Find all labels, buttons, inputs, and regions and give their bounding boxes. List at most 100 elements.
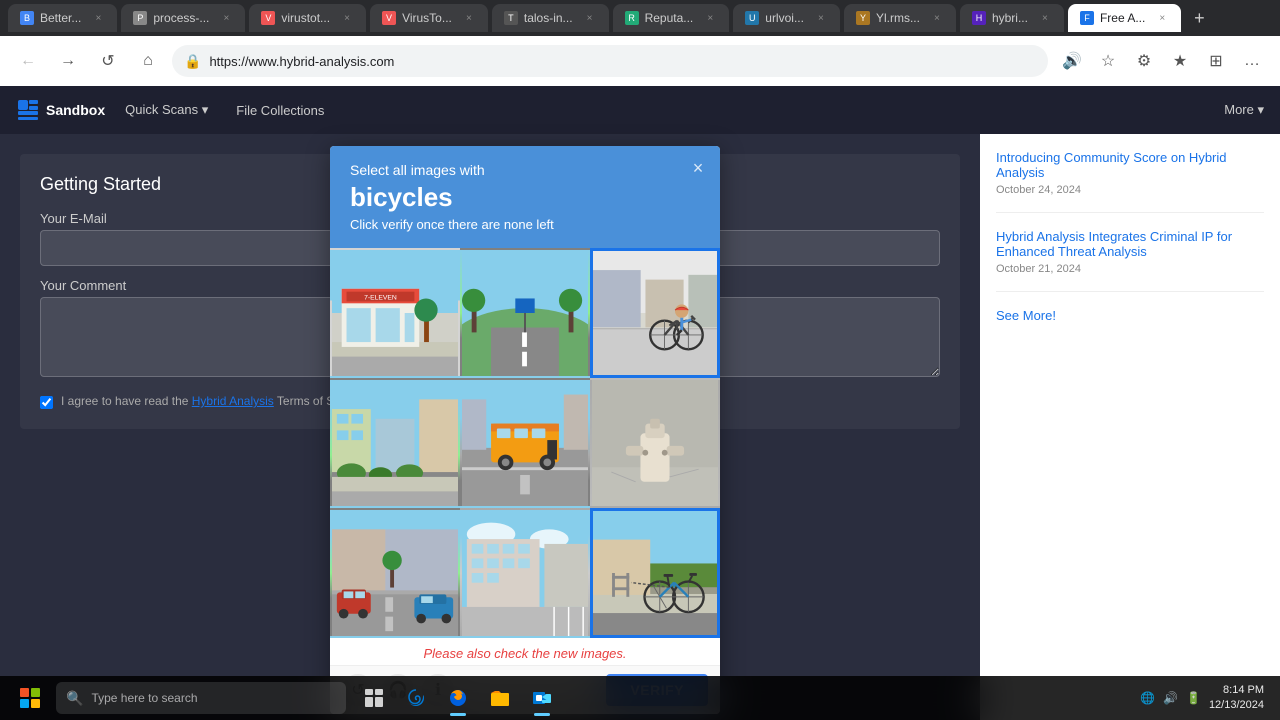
windows-logo-icon [20, 688, 40, 708]
captcha-image-1[interactable]: 7-ELEVEN [330, 248, 460, 378]
firefox-icon [447, 687, 469, 709]
tab-6[interactable]: R Reputa... × [613, 4, 730, 32]
tab-close-10[interactable]: × [1155, 11, 1169, 25]
tab-label-10: Free A... [1100, 11, 1145, 25]
tab-close-6[interactable]: × [703, 11, 717, 25]
logo-sq-3 [20, 699, 29, 708]
tab-label-2: process-... [153, 11, 209, 25]
site-logo: Sandbox [16, 98, 105, 122]
see-more-link[interactable]: See More! [996, 308, 1264, 323]
captcha-image-grid: 7-ELEVEN [330, 248, 720, 638]
bookmark-button[interactable]: ☆ [1092, 45, 1124, 77]
tab-label-8: Yl.rms... [876, 11, 920, 25]
tab-5[interactable]: T talos-in... × [492, 4, 609, 32]
toolbar-actions: 🔊 ☆ ⚙ ★ ⊞ … [1056, 45, 1268, 77]
new-tab-button[interactable]: + [1185, 4, 1213, 32]
captcha-image-6[interactable] [590, 378, 720, 508]
logo-sq-2 [31, 688, 40, 697]
captcha-instruction: Click verify once there are none left [350, 217, 700, 232]
captcha-image-8[interactable] [460, 508, 590, 638]
tab-close-4[interactable]: × [462, 11, 476, 25]
tab-4[interactable]: V VirusTo... × [370, 4, 488, 32]
nav-quick-scans[interactable]: Quick Scans ▾ [117, 98, 216, 122]
tab-label-4: VirusTo... [402, 11, 452, 25]
favorites-button[interactable]: ★ [1164, 45, 1196, 77]
news-date-2: October 21, 2024 [996, 263, 1264, 275]
tab-9[interactable]: H hybri... × [960, 4, 1064, 32]
news-title-1[interactable]: Introducing Community Score on Hybrid An… [996, 150, 1264, 180]
terms-link[interactable]: Hybrid Analysis [192, 394, 274, 408]
home-button[interactable]: ⌂ [132, 45, 164, 77]
back-button[interactable]: ← [12, 45, 44, 77]
url-text: https://www.hybrid-analysis.com [209, 54, 1036, 69]
news-title-2[interactable]: Hybrid Analysis Integrates Criminal IP f… [996, 229, 1264, 259]
edge-icon [405, 687, 427, 709]
logo-icon [16, 98, 40, 122]
tab-close-3[interactable]: × [340, 11, 354, 25]
tab-7[interactable]: U urlvoi... × [733, 4, 840, 32]
split-button[interactable]: ⊞ [1200, 45, 1232, 77]
site-navigation: Sandbox Quick Scans ▾ File Collections M… [0, 86, 1280, 134]
taskbar-app-explorer[interactable] [480, 676, 520, 720]
taskbar-app-edge[interactable] [396, 676, 436, 720]
tab-close-7[interactable]: × [814, 11, 828, 25]
network-icon[interactable]: 🌐 [1140, 691, 1155, 705]
taskbar-app-taskview[interactable] [354, 676, 394, 720]
news-item-2: Hybrid Analysis Integrates Criminal IP f… [996, 229, 1264, 292]
tab-label-1: Better... [40, 11, 81, 25]
tab-label-3: virustot... [281, 11, 330, 25]
taskbar-app-outlook[interactable] [522, 676, 562, 720]
taskbar-apps [354, 676, 562, 720]
tab-10[interactable]: F Free A... × [1068, 4, 1181, 32]
tab-favicon-3: V [261, 11, 275, 25]
captcha-image-4[interactable] [330, 378, 460, 508]
captcha-image-2[interactable] [460, 248, 590, 378]
tab-label-6: Reputa... [645, 11, 694, 25]
tab-label-9: hybri... [992, 11, 1028, 25]
nav-more[interactable]: More ▾ [1224, 102, 1264, 118]
task-view-icon [363, 687, 385, 709]
tab-favicon-10: F [1080, 11, 1094, 25]
taskbar-app-firefox[interactable] [438, 676, 478, 720]
site-name: Sandbox [46, 102, 105, 118]
captcha-image-9[interactable] [590, 508, 720, 638]
tab-favicon-8: Y [856, 11, 870, 25]
read-aloud-button[interactable]: 🔊 [1056, 45, 1088, 77]
tab-close-9[interactable]: × [1038, 11, 1052, 25]
start-button[interactable] [8, 676, 52, 720]
tab-8[interactable]: Y Yl.rms... × [844, 4, 956, 32]
tab-favicon-7: U [745, 11, 759, 25]
captcha-image-7[interactable] [330, 508, 460, 638]
address-bar[interactable]: 🔒 https://www.hybrid-analysis.com [172, 45, 1048, 77]
tab-3[interactable]: V virustot... × [249, 4, 366, 32]
captcha-close-button[interactable]: × [686, 156, 710, 180]
tab-label-7: urlvoi... [765, 11, 804, 25]
captcha-error-message: Please also check the new images. [330, 638, 720, 665]
nav-file-collections[interactable]: File Collections [228, 99, 332, 122]
system-clock[interactable]: 8:14 PM 12/13/2024 [1209, 683, 1264, 714]
tab-close-5[interactable]: × [583, 11, 597, 25]
tab-close-1[interactable]: × [91, 11, 105, 25]
volume-icon[interactable]: 🔊 [1163, 691, 1178, 705]
battery-icon[interactable]: 🔋 [1186, 691, 1201, 705]
clock-time: 8:14 PM [1223, 683, 1264, 698]
file-explorer-icon [489, 687, 511, 709]
terms-checkbox[interactable] [40, 396, 53, 409]
tab-1[interactable]: B Better... × [8, 4, 117, 32]
svg-text:7-ELEVEN: 7-ELEVEN [364, 294, 397, 301]
logo-sq-4 [31, 699, 40, 708]
forward-button[interactable]: → [52, 45, 84, 77]
tab-close-2[interactable]: × [219, 11, 233, 25]
refresh-button[interactable]: ↺ [92, 45, 124, 77]
tab-favicon-5: T [504, 11, 518, 25]
taskbar-search[interactable]: 🔍 Type here to search [56, 682, 346, 714]
tab-2[interactable]: P process-... × [121, 4, 245, 32]
tab-close-8[interactable]: × [930, 11, 944, 25]
tab-favicon-4: V [382, 11, 396, 25]
tab-label-5: talos-in... [524, 11, 573, 25]
captcha-keyword: bicycles [350, 182, 700, 213]
extensions-button[interactable]: ⚙ [1128, 45, 1160, 77]
captcha-image-5[interactable] [460, 378, 590, 508]
captcha-image-3[interactable] [590, 248, 720, 378]
settings-button[interactable]: … [1236, 45, 1268, 77]
